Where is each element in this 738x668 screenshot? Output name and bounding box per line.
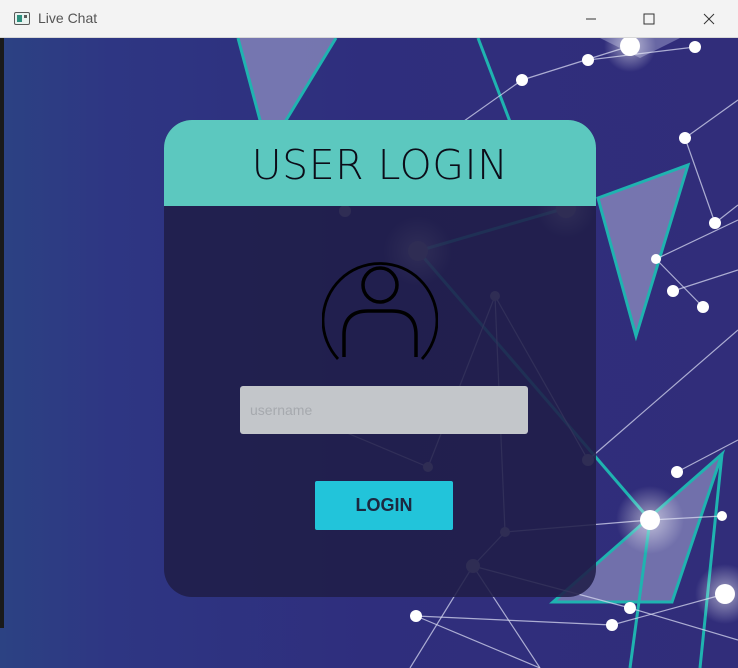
minimize-icon bbox=[586, 18, 596, 19]
close-icon bbox=[703, 13, 715, 24]
user-avatar-icon bbox=[322, 262, 438, 360]
close-button[interactable] bbox=[680, 0, 738, 37]
title-bar[interactable]: Live Chat bbox=[0, 0, 738, 38]
app-window-icon bbox=[14, 12, 30, 25]
login-card: USER LOGIN LOGIN bbox=[164, 120, 596, 597]
maximize-icon bbox=[643, 13, 655, 24]
minimize-button[interactable] bbox=[562, 0, 620, 37]
window-title: Live Chat bbox=[38, 10, 98, 26]
login-button[interactable]: LOGIN bbox=[315, 481, 453, 530]
login-heading: USER LOGIN bbox=[251, 141, 509, 189]
app-window: Live Chat USER LOGIN username LOGIN bbox=[0, 0, 738, 668]
maximize-button[interactable] bbox=[620, 0, 678, 37]
username-input[interactable] bbox=[240, 386, 528, 434]
login-card-header: USER LOGIN bbox=[164, 120, 596, 206]
